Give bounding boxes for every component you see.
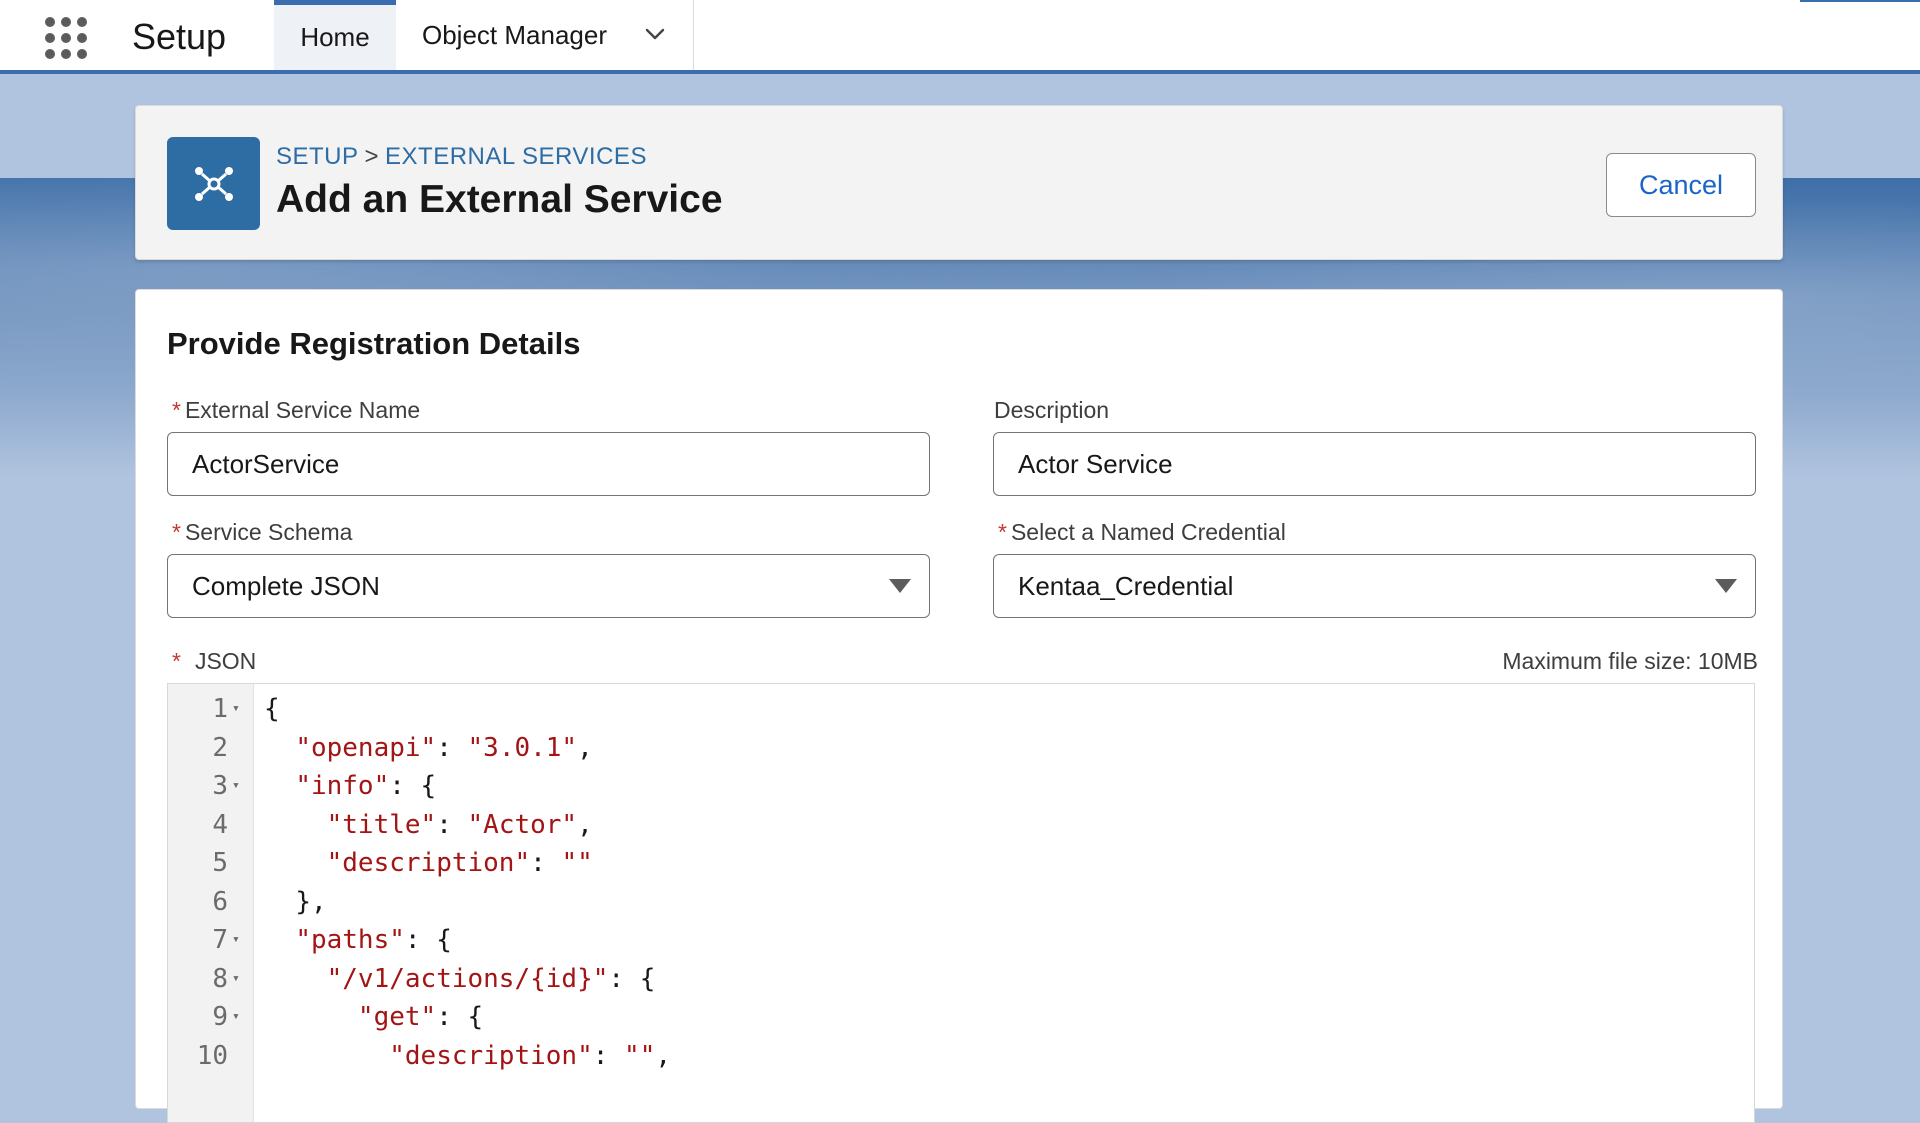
code-line[interactable]: 3 ▾ "info": {: [168, 767, 1754, 805]
code-line[interactable]: 7 ▾ "paths": {: [168, 921, 1754, 959]
named-credential-value: Kentaa_Credential: [1018, 570, 1234, 601]
app-launcher-icon[interactable]: [38, 10, 92, 64]
json-label: * JSON: [172, 648, 257, 674]
line-number: 10: [196, 1040, 228, 1071]
code-line[interactable]: 2 "openapi": "3.0.1",: [168, 729, 1754, 767]
description-label: Description: [994, 397, 1110, 423]
page-title: Add an External Service: [276, 178, 723, 221]
code-line[interactable]: 1 ▾ {: [168, 690, 1754, 728]
service-schema-label: * Service Schema: [172, 519, 353, 545]
code-line[interactable]: 4 "title": "Actor",: [168, 806, 1754, 844]
dropdown-caret-icon: [889, 579, 911, 593]
code-text: },: [295, 886, 327, 917]
code-line[interactable]: 6 },: [168, 883, 1754, 921]
code-line[interactable]: 8 ▾ "/v1/actions/{id}": {: [168, 960, 1754, 998]
line-number: 2: [212, 732, 228, 763]
code-line[interactable]: 9 ▾ "get": {: [168, 998, 1754, 1036]
code-text: "description": "": [326, 848, 593, 878]
chevron-down-icon[interactable]: [645, 24, 665, 44]
section-title: Provide Registration Details: [167, 326, 581, 361]
max-file-size-note: Maximum file size: 10MB: [1502, 648, 1758, 674]
tab-home-label: Home: [300, 22, 370, 52]
code-text: "/v1/actions/{id}": {: [326, 963, 656, 994]
named-credential-label: * Select a Named Credential: [998, 519, 1286, 545]
line-number: 1: [212, 694, 228, 724]
tab-object-manager-label: Object Manager: [422, 19, 607, 50]
line-number: 8: [212, 963, 228, 994]
breadcrumb: SETUP > EXTERNAL SERVICES: [276, 143, 647, 171]
nav-accent-line: [1800, 0, 1920, 2]
line-number: 4: [212, 809, 228, 840]
required-mark: *: [172, 519, 181, 545]
line-number: 6: [212, 886, 228, 917]
code-text: "get": {: [357, 1002, 484, 1032]
code-text: "openapi": "3.0.1",: [295, 732, 593, 763]
required-mark: *: [172, 397, 181, 423]
fold-toggle-icon[interactable]: ▾: [232, 998, 240, 1036]
code-line[interactable]: 5 "description": "": [168, 844, 1754, 882]
description-input[interactable]: [993, 432, 1756, 496]
service-name-label: * External Service Name: [172, 397, 421, 423]
global-nav: Setup Home Object Manager: [0, 0, 1920, 74]
service-name-input[interactable]: [167, 432, 930, 496]
service-schema-select[interactable]: Complete JSON: [167, 554, 930, 618]
breadcrumb-separator: >: [364, 143, 380, 170]
fold-toggle-icon[interactable]: ▾: [232, 960, 240, 998]
dropdown-caret-icon: [1715, 579, 1737, 593]
page-header: SETUP > EXTERNAL SERVICES Add an External …: [135, 105, 1783, 260]
registration-form: Provide Registration Details * External S…: [135, 289, 1783, 1123]
line-number: 5: [212, 848, 228, 878]
service-schema-value: Complete JSON: [192, 570, 380, 601]
named-credential-select[interactable]: Kentaa_Credential: [993, 554, 1756, 618]
fold-toggle-icon[interactable]: ▾: [232, 921, 240, 959]
required-mark: *: [172, 648, 181, 674]
code-text: "paths": {: [295, 925, 452, 955]
line-number: 7: [212, 925, 228, 955]
breadcrumb-setup[interactable]: SETUP: [276, 143, 359, 170]
line-number: 3: [212, 771, 228, 801]
tab-object-manager[interactable]: Object Manager: [396, 0, 694, 70]
code-text: {: [264, 694, 280, 724]
code-text: "description": "",: [389, 1040, 672, 1071]
cancel-button[interactable]: Cancel: [1606, 153, 1756, 217]
code-text: "info": {: [295, 771, 437, 801]
code-line[interactable]: 10 "description": "",: [168, 1037, 1754, 1075]
fold-toggle-icon[interactable]: ▾: [232, 767, 240, 805]
external-service-icon: [167, 137, 260, 230]
code-text: "title": "Actor",: [326, 809, 593, 840]
breadcrumb-external-services[interactable]: EXTERNAL SERVICES: [385, 143, 647, 170]
app-name: Setup: [132, 16, 227, 57]
json-editor[interactable]: 1 ▾{2 "openapi": "3.0.1", 3 ▾ "info": {4 "t…: [167, 683, 1755, 1123]
line-number: 9: [212, 1002, 228, 1032]
fold-toggle-icon[interactable]: ▾: [232, 690, 240, 728]
required-mark: *: [998, 519, 1007, 545]
tab-home[interactable]: Home: [274, 0, 396, 70]
